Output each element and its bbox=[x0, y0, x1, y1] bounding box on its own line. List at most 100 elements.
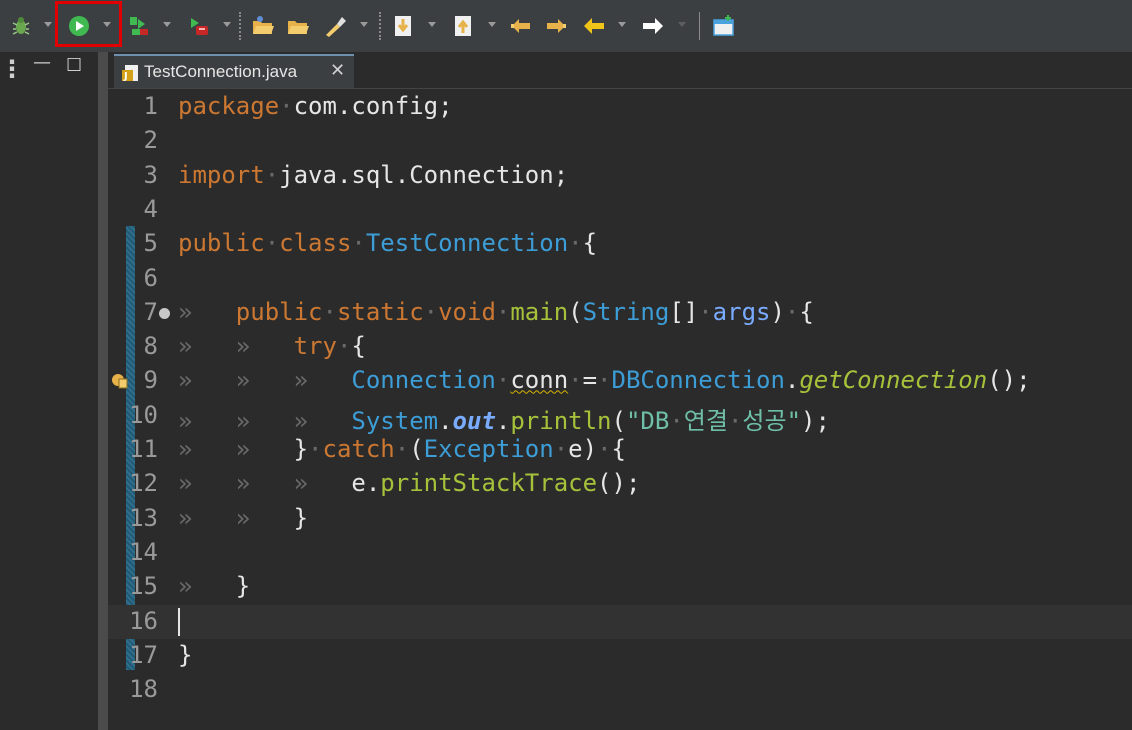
code-line[interactable]: 17} bbox=[108, 639, 1132, 673]
code-token: public bbox=[178, 229, 265, 258]
code-line[interactable]: 15 » } bbox=[108, 570, 1132, 604]
toolbar-separator bbox=[379, 12, 381, 40]
code-token: } bbox=[235, 572, 251, 601]
code-line[interactable]: 2 bbox=[108, 124, 1132, 158]
next-annotation-dropdown-icon[interactable] bbox=[428, 22, 436, 27]
back-icon[interactable] bbox=[543, 13, 569, 39]
open-task-icon[interactable] bbox=[285, 13, 311, 39]
line-number[interactable]: 12 bbox=[129, 469, 158, 497]
code-line[interactable]: 10 » » » System.out.println("DB·연결·성공"); bbox=[108, 399, 1132, 436]
last-edit-location-icon[interactable] bbox=[508, 13, 534, 39]
line-number[interactable]: 18 bbox=[129, 675, 158, 703]
code-token: try bbox=[293, 332, 337, 361]
main-toolbar bbox=[0, 0, 1132, 53]
code-line[interactable]: 9 » » » Connection·conn·=·DBConnection.ge… bbox=[108, 364, 1132, 398]
whitespace-marker: · bbox=[394, 435, 410, 463]
previous-annotation-dropdown-icon[interactable] bbox=[488, 22, 496, 27]
view-menu-icon[interactable]: ⋮ bbox=[0, 55, 24, 83]
search-dropdown-icon[interactable] bbox=[360, 22, 368, 27]
debug-dropdown-icon[interactable] bbox=[44, 22, 52, 27]
code-text: » » » Connection·conn·=·DBConnection.get… bbox=[178, 366, 1031, 394]
panel-divider[interactable] bbox=[98, 52, 108, 730]
navigate-back-icon[interactable] bbox=[581, 13, 607, 39]
minimize-icon[interactable]: — bbox=[33, 52, 51, 73]
java-file-icon: J bbox=[122, 65, 138, 82]
code-token: . bbox=[438, 406, 453, 435]
code-token: com.config; bbox=[293, 92, 453, 120]
line-number[interactable]: 15 bbox=[129, 572, 158, 600]
back-dropdown-icon[interactable] bbox=[618, 22, 626, 27]
line-number[interactable]: 2 bbox=[144, 126, 158, 154]
code-line[interactable]: 7» public·static·void·main(String[]·args… bbox=[108, 296, 1132, 330]
code-line[interactable]: 3 import·java.sql.Connection; bbox=[108, 159, 1132, 193]
whitespace-marker: · bbox=[322, 297, 337, 326]
line-number[interactable]: 8 bbox=[144, 332, 158, 360]
whitespace-marker: · bbox=[568, 366, 583, 395]
line-number[interactable]: 16 bbox=[129, 607, 158, 635]
new-window-icon[interactable] bbox=[711, 13, 737, 39]
whitespace-marker: · bbox=[264, 229, 280, 258]
code-line[interactable]: 1 package·com.config; bbox=[108, 90, 1132, 124]
line-number[interactable]: 11 bbox=[129, 435, 158, 463]
code-token: ( bbox=[611, 406, 626, 435]
coverage-dropdown-icon[interactable] bbox=[163, 22, 171, 27]
line-number[interactable]: 13 bbox=[129, 504, 158, 532]
whitespace-marker: · bbox=[698, 297, 713, 326]
search-icon[interactable] bbox=[322, 13, 348, 39]
code-token: class bbox=[279, 229, 352, 258]
line-number[interactable]: 17 bbox=[129, 641, 158, 669]
code-line[interactable]: 18 bbox=[108, 673, 1132, 707]
line-number[interactable]: 5 bbox=[144, 229, 158, 257]
code-token: package bbox=[178, 92, 280, 120]
code-token: ) bbox=[770, 297, 785, 326]
line-number[interactable]: 10 bbox=[129, 401, 158, 429]
editor-tab-bar: J TestConnection.java ✕ bbox=[108, 52, 1132, 89]
debug-icon[interactable] bbox=[8, 13, 34, 39]
code-token: } bbox=[293, 503, 309, 532]
code-line[interactable]: 16 bbox=[108, 604, 1132, 639]
run-button-highlight bbox=[55, 1, 122, 47]
run-last-tool-icon[interactable] bbox=[186, 13, 212, 39]
line-number[interactable]: 9 bbox=[144, 366, 158, 394]
code-line[interactable]: 8 » » try·{ bbox=[108, 330, 1132, 364]
whitespace-marker: · bbox=[351, 229, 366, 258]
next-annotation-icon[interactable] bbox=[390, 13, 416, 39]
code-editor[interactable]: 1 package · com.config; 2 3 import·java.sql.Co… bbox=[108, 89, 1132, 730]
whitespace-marker: · bbox=[597, 435, 612, 463]
code-token: (); bbox=[987, 366, 1031, 395]
text-cursor bbox=[178, 607, 180, 636]
line-number[interactable]: 14 bbox=[129, 538, 158, 566]
code-token: (); bbox=[597, 469, 641, 498]
open-type-icon[interactable] bbox=[250, 13, 276, 39]
line-number[interactable]: 6 bbox=[144, 264, 158, 292]
previous-annotation-icon[interactable] bbox=[450, 13, 476, 39]
tab-testconnection-java[interactable]: J TestConnection.java ✕ bbox=[114, 54, 354, 88]
line-number[interactable]: 7 bbox=[144, 298, 158, 326]
maximize-icon[interactable]: ☐ bbox=[66, 55, 82, 76]
line-number[interactable]: 3 bbox=[144, 161, 158, 189]
code-line[interactable]: 14 bbox=[108, 536, 1132, 570]
code-token: e) bbox=[568, 435, 598, 463]
line-number[interactable]: 4 bbox=[144, 195, 158, 223]
code-token: Exception bbox=[423, 435, 554, 463]
code-line[interactable]: 12 » » » e.printStackTrace(); bbox=[108, 467, 1132, 501]
whitespace-marker: · bbox=[264, 160, 280, 189]
code-line[interactable]: 11» » }·catch·(Exception·e)·{ bbox=[108, 433, 1132, 467]
code-token: ( bbox=[409, 435, 424, 463]
tab-close-icon[interactable]: ✕ bbox=[330, 60, 345, 81]
coverage-icon[interactable] bbox=[126, 13, 152, 39]
code-line[interactable]: 13 » » } bbox=[108, 502, 1132, 536]
quick-fix-warning-icon[interactable] bbox=[110, 371, 128, 389]
code-line[interactable]: 6 bbox=[108, 262, 1132, 296]
forward-icon[interactable] bbox=[640, 13, 666, 39]
fold-toggle-icon[interactable] bbox=[159, 307, 170, 319]
forward-dropdown-icon[interactable] bbox=[678, 22, 686, 27]
external-tools-dropdown-icon[interactable] bbox=[223, 22, 231, 27]
code-token: 연결 bbox=[683, 406, 728, 435]
code-token: ); bbox=[801, 406, 830, 435]
whitespace-marker: · bbox=[336, 332, 352, 361]
code-text: » » » System.out.println("DB·연결·성공"); bbox=[178, 401, 830, 436]
code-line[interactable]: 4 bbox=[108, 193, 1132, 227]
code-line[interactable]: 5 public·class·TestConnection·{ bbox=[108, 227, 1132, 261]
line-number[interactable]: 1 bbox=[144, 92, 158, 120]
